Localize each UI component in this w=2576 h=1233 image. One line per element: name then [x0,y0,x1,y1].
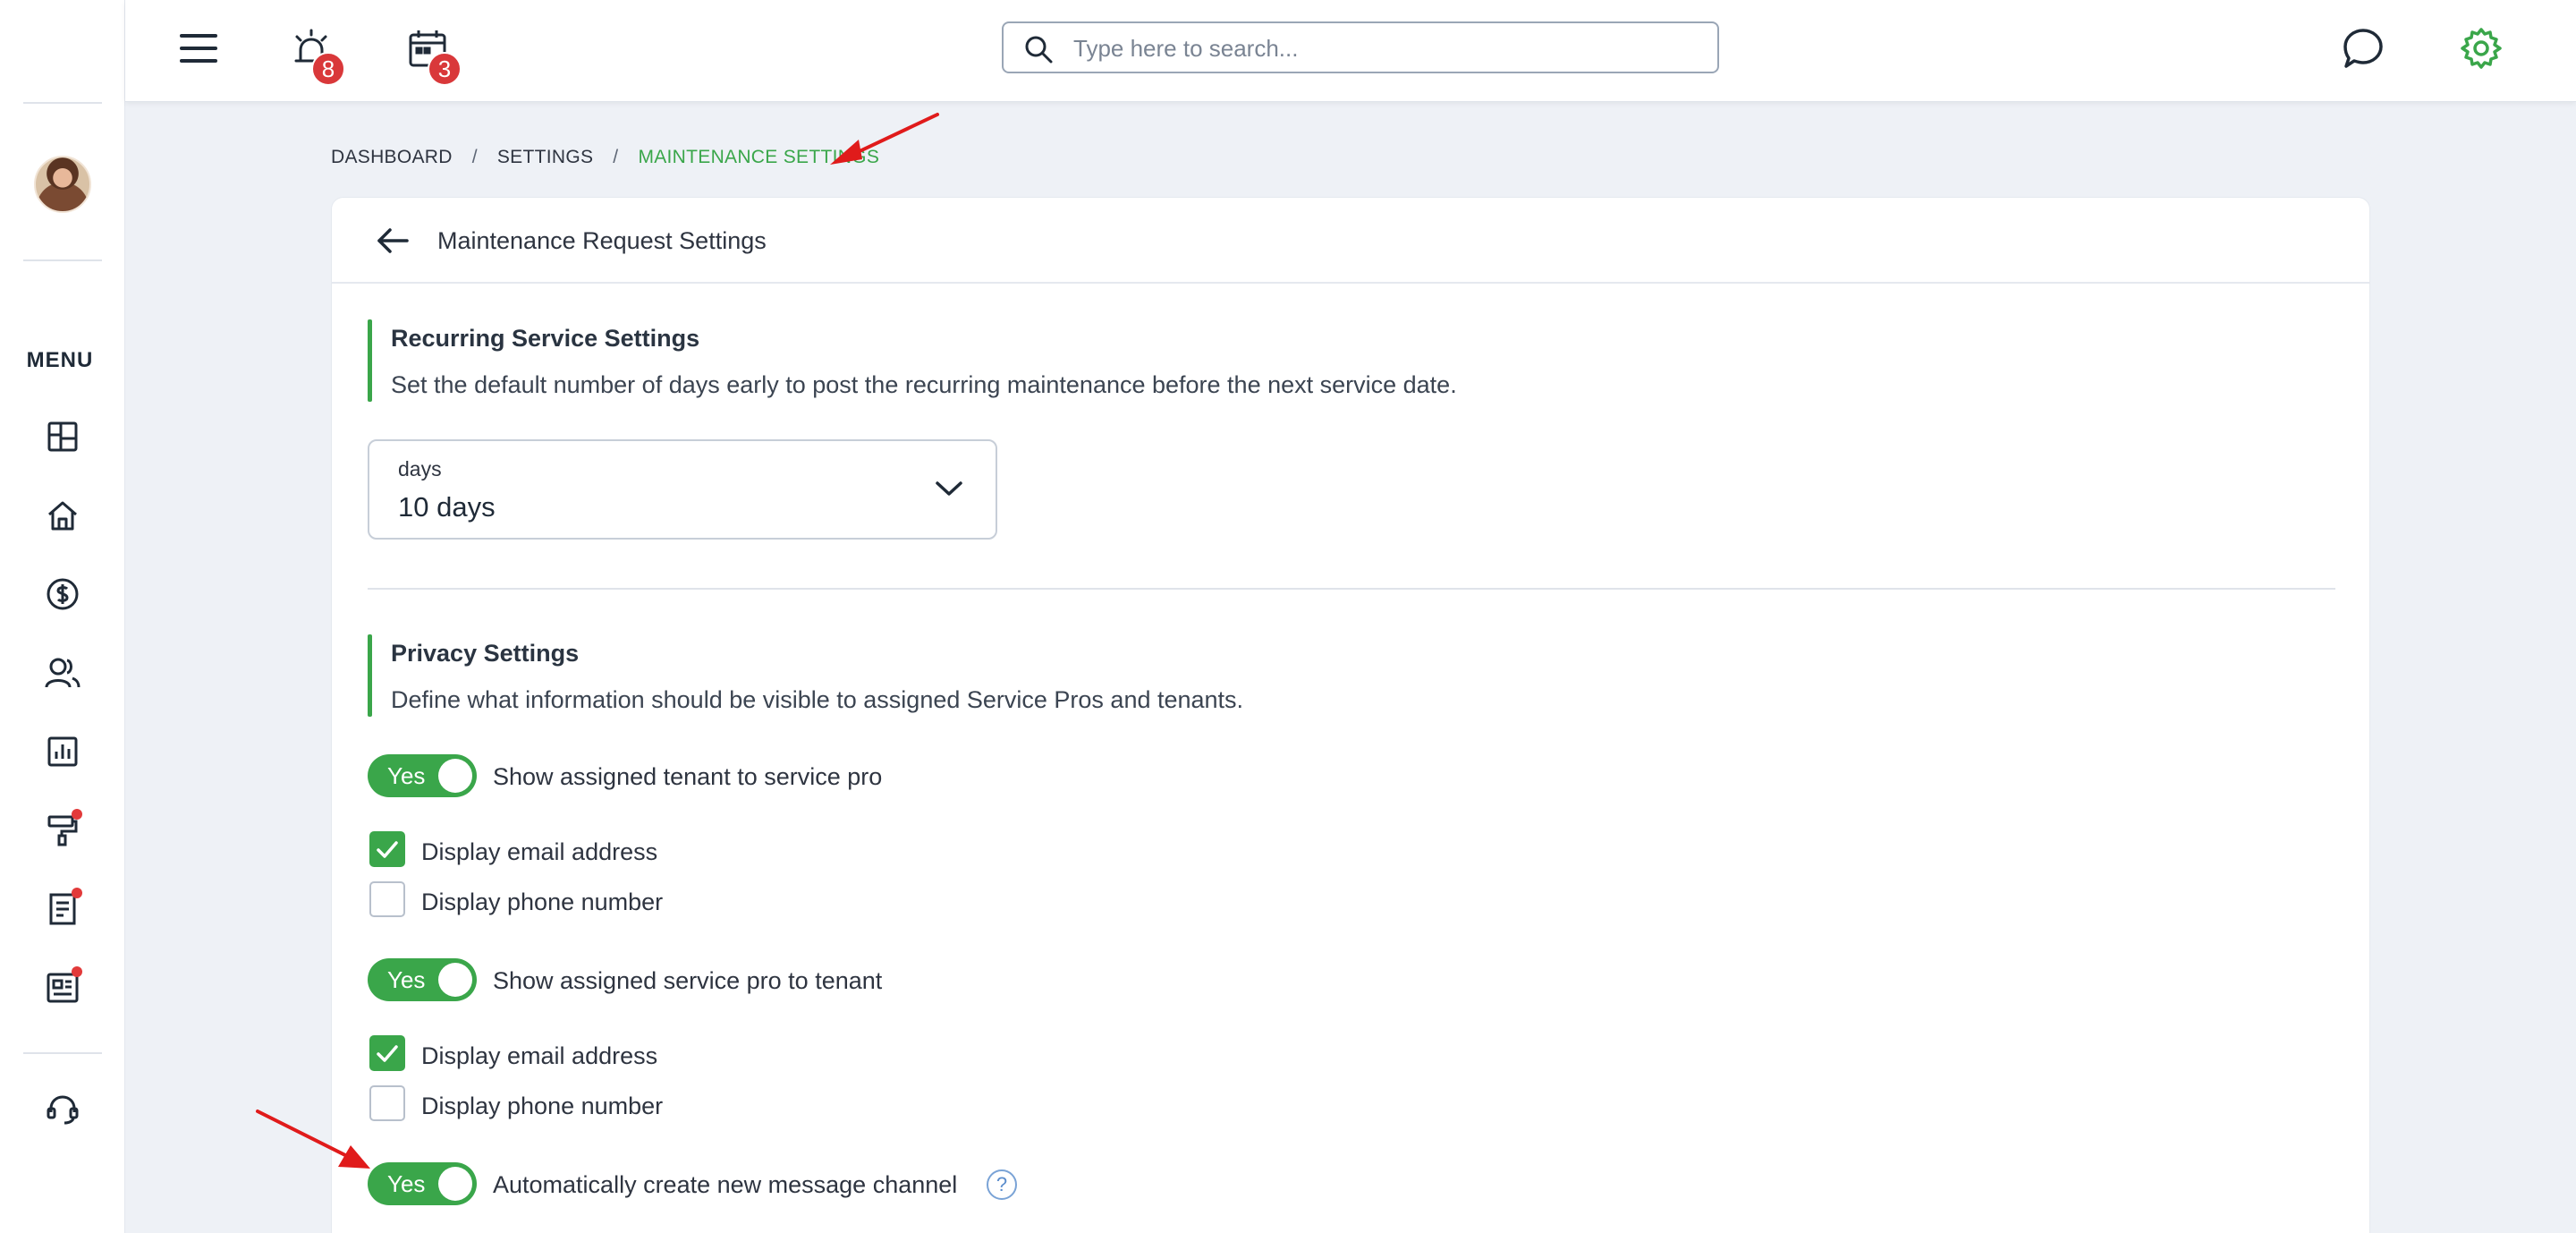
checkmark-icon [377,1045,398,1062]
chat-icon[interactable] [2334,20,2392,77]
tenant-phone-label: Display phone number [421,889,664,915]
notification-dot [72,888,82,898]
settings-gear-icon[interactable] [2453,20,2510,77]
tenant-email-checkbox[interactable] [369,831,405,867]
breadcrumb-settings[interactable]: SETTINGS [497,147,593,168]
dollar-icon[interactable] [41,573,84,616]
calendar-icon[interactable]: 3 [399,20,462,86]
support-headset-icon[interactable] [41,1088,84,1131]
paint-roller-icon[interactable] [41,809,84,852]
days-select-value: 10 days [398,491,496,523]
breadcrumb: DASHBOARD / SETTINGS / MAINTENANCE SETTI… [331,147,879,168]
toggle-text: Yes [387,1170,426,1197]
menu-label: MENU [26,348,94,372]
show-service-pro-label: Show assigned service pro to tenant [493,967,883,994]
section-accent-bar [368,319,372,402]
chevron-down-icon [936,481,962,496]
back-arrow-icon[interactable] [373,221,412,260]
days-select[interactable]: days 10 days [368,439,997,540]
page-title: Maintenance Request Settings [437,227,767,254]
toggle-text: Yes [387,966,426,993]
tenant-email-label: Display email address [421,838,658,865]
hamburger-menu-icon[interactable] [170,20,227,77]
tenant-phone-checkbox[interactable] [369,881,405,917]
checkmark-icon [377,841,398,858]
sidebar-divider [23,259,102,261]
top-header: 8 3 [125,0,2576,102]
service-pro-email-checkbox[interactable] [369,1035,405,1071]
search-input[interactable] [1073,32,1699,64]
show-service-pro-toggle[interactable]: Yes [368,958,477,1001]
auto-message-channel-label: Automatically create new message channel [493,1171,958,1198]
notification-dot [72,966,82,977]
privacy-section-description: Define what information should be visibl… [391,686,1244,713]
toggle-knob [438,963,472,997]
sidebar: MENU [0,0,125,1233]
search-box [1002,21,1719,73]
alerts-badge: 8 [311,52,345,86]
show-tenant-label: Show assigned tenant to service pro [493,763,883,790]
sidebar-divider [23,102,102,104]
toggle-text: Yes [387,762,426,789]
days-select-label: days [398,457,442,480]
users-icon[interactable] [41,651,84,694]
calendar-badge: 3 [428,52,462,86]
auto-message-channel-toggle[interactable]: Yes [368,1162,477,1205]
listing-icon[interactable] [41,966,84,1009]
breadcrumb-separator: / [613,147,619,167]
show-tenant-toggle[interactable]: Yes [368,754,477,797]
notification-dot [72,809,82,820]
recurring-section-description: Set the default number of days early to … [391,371,1457,398]
toggle-knob [438,1167,472,1201]
section-accent-bar [368,634,372,717]
alerts-icon[interactable]: 8 [283,20,345,86]
help-question-icon[interactable]: ? [987,1169,1017,1200]
document-icon[interactable] [41,888,84,931]
sidebar-divider [23,1052,102,1054]
card-header: Maintenance Request Settings [332,198,2369,284]
recurring-section-title: Recurring Service Settings [391,325,700,352]
reports-icon[interactable] [41,730,84,773]
settings-card: Maintenance Request Settings Recurring S… [331,197,2370,1233]
home-icon[interactable] [41,494,84,537]
breadcrumb-separator: / [471,147,478,167]
service-pro-phone-label: Display phone number [421,1093,664,1119]
toggle-knob [438,759,472,793]
annotation-arrow-icon [830,113,939,165]
search-icon [1025,36,1053,64]
breadcrumb-dashboard[interactable]: DASHBOARD [331,147,453,168]
section-divider [368,588,2335,590]
privacy-section-title: Privacy Settings [391,640,580,667]
annotation-arrow-icon [256,1110,370,1169]
service-pro-email-label: Display email address [421,1042,658,1069]
dashboard-icon[interactable] [41,415,84,458]
avatar[interactable] [34,156,91,213]
